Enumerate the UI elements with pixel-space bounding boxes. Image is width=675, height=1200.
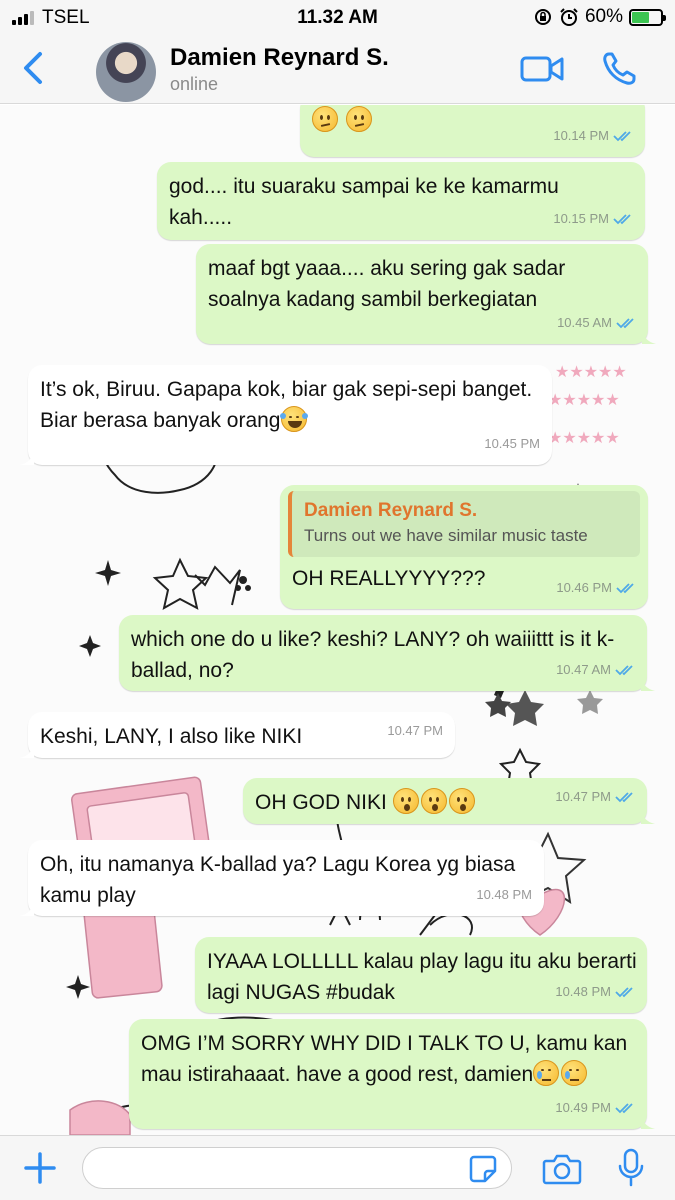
bubble-tail [20, 744, 34, 758]
svg-text:★★★★★: ★★★★★ [555, 362, 627, 381]
bubble-tail [641, 810, 655, 824]
message-time: 10.45 PM [484, 436, 540, 451]
message-meta: 10.48 PM [476, 879, 532, 910]
orientation-lock-icon [534, 9, 551, 25]
message-bubble-outgoing[interactable]: god.... itu suaraku sampai ke ke kamarmu… [157, 162, 645, 240]
read-ticks-icon [613, 213, 631, 224]
read-ticks-icon [615, 986, 633, 997]
alarm-icon [560, 8, 578, 26]
message-text: maaf bgt yaaa.... aku sering gak sadar s… [208, 257, 566, 311]
message-meta: 10.45 AM [557, 307, 636, 338]
video-camera-icon[interactable] [520, 54, 564, 84]
svg-text:★★★★★: ★★★★★ [548, 428, 620, 447]
message-time: 10.48 PM [555, 984, 611, 999]
plus-icon[interactable] [22, 1150, 58, 1186]
message-time: 10.47 AM [556, 662, 611, 677]
confused-face-emoji [345, 106, 372, 132]
phone-icon[interactable] [600, 50, 638, 88]
astonished-face-emoji [420, 788, 447, 814]
read-ticks-icon [616, 582, 634, 593]
read-ticks-icon [615, 791, 633, 802]
message-text: Keshi, LANY, I also like NIKI [40, 725, 303, 748]
message-text: It’s ok, Biruu. Gapapa kok, biar gak sep… [40, 374, 540, 436]
bubble-tail [20, 902, 34, 916]
message-time: 10.15 PM [553, 211, 609, 226]
message-text: OMG I’M SORRY WHY DID I TALK TO U, kamu … [141, 1028, 635, 1090]
avatar[interactable] [96, 42, 156, 102]
message-bubble-outgoing[interactable]: maaf bgt yaaa.... aku sering gak sadar s… [196, 244, 656, 344]
message-time: 10.49 PM [555, 1100, 611, 1115]
message-meta: 10.48 PM [555, 976, 635, 1007]
message-meta: 10.47 AM [556, 654, 635, 685]
contact-status: online [170, 74, 219, 94]
battery-fill [632, 11, 649, 23]
message-meta: 10.47 PM [387, 715, 443, 746]
battery-icon [629, 8, 666, 26]
astonished-face-emoji [448, 788, 475, 814]
message-bubble-incoming[interactable]: Oh, itu namanya K-ballad ya? Lagu Korea … [20, 840, 544, 916]
sticker-icon[interactable] [468, 1154, 498, 1184]
read-ticks-icon [615, 664, 633, 675]
laughing-tears-emoji [279, 406, 308, 432]
svg-text:★★★★★: ★★★★★ [548, 390, 620, 409]
message-meta: 10.47 PM [555, 781, 635, 812]
battery-percent: 60% [584, 6, 623, 27]
message-time: 10.45 AM [557, 315, 612, 330]
bubble-tail [641, 1115, 655, 1129]
message-time: 10.14 PM [553, 128, 609, 143]
read-ticks-icon [616, 317, 634, 328]
read-ticks-icon [613, 130, 631, 141]
chevron-left-icon[interactable] [20, 50, 48, 86]
message-bubble-outgoing[interactable]: OMG I’M SORRY WHY DID I TALK TO U, kamu … [129, 1019, 655, 1129]
bubble-tail [20, 451, 34, 465]
message-meta: 10.46 PM [556, 572, 636, 603]
confused-face-emoji [312, 106, 338, 132]
quoted-message[interactable]: Damien Reynard S. Turns out we have simi… [288, 491, 640, 557]
message-text: god.... itu suaraku sampai ke ke kamarmu… [169, 175, 559, 229]
bubble-tail [641, 677, 655, 691]
message-time: 10.47 PM [555, 789, 611, 804]
bubble-tail [642, 330, 656, 344]
status-bar: TSEL 11.32 AM 60% [0, 0, 675, 36]
quoted-text: Turns out we have similar music taste [304, 526, 588, 545]
message-meta: 10.49 PM [555, 1092, 635, 1123]
message-meta: 10.14 PM [553, 120, 633, 151]
message-time: 10.47 PM [387, 723, 443, 738]
message-text-content: OH GOD NIKI [255, 791, 387, 814]
chat-header: Damien Reynard S. online [0, 36, 675, 104]
message-meta: 10.15 PM [553, 203, 633, 234]
message-time: 10.46 PM [556, 580, 612, 595]
message-bubble-outgoing[interactable]: Damien Reynard S. Turns out we have simi… [280, 485, 648, 609]
message-bubble-outgoing[interactable]: IYAAA LOLLLLL kalau play lagu itu aku be… [195, 937, 647, 1013]
astonished-face-emoji [392, 788, 419, 814]
composer-bar [0, 1135, 675, 1200]
sad-sweat-emoji [561, 1060, 588, 1086]
read-ticks-icon [615, 1102, 633, 1113]
status-right: 60% [533, 6, 666, 28]
contact-name[interactable]: Damien Reynard S. [170, 44, 389, 72]
message-bubble-outgoing[interactable]: OH GOD NIKI 10.47 PM [243, 778, 655, 824]
message-bubble-incoming[interactable]: It’s ok, Biruu. Gapapa kok, biar gak sep… [20, 365, 552, 465]
message-input[interactable] [82, 1147, 512, 1189]
message-text: Oh, itu namanya K-ballad ya? Lagu Korea … [40, 853, 516, 907]
message-bubble-incoming[interactable]: Keshi, LANY, I also like NIKI 10.47 PM [20, 712, 455, 758]
microphone-icon[interactable] [617, 1148, 645, 1188]
sad-sweat-emoji [533, 1060, 560, 1086]
message-list[interactable]: ★★★★★ ★★★★★ ★★★★★ 10.14 PM god.... itu s… [0, 105, 675, 1135]
message-time: 10.48 PM [476, 887, 532, 902]
message-bubble-outgoing[interactable]: 10.14 PM [300, 105, 645, 157]
message-meta: 10.45 PM [484, 428, 540, 459]
message-bubble-outgoing[interactable]: which one do u like? keshi? LANY? oh wai… [119, 615, 655, 691]
camera-icon[interactable] [542, 1152, 582, 1186]
quoted-sender: Damien Reynard S. [304, 500, 478, 521]
